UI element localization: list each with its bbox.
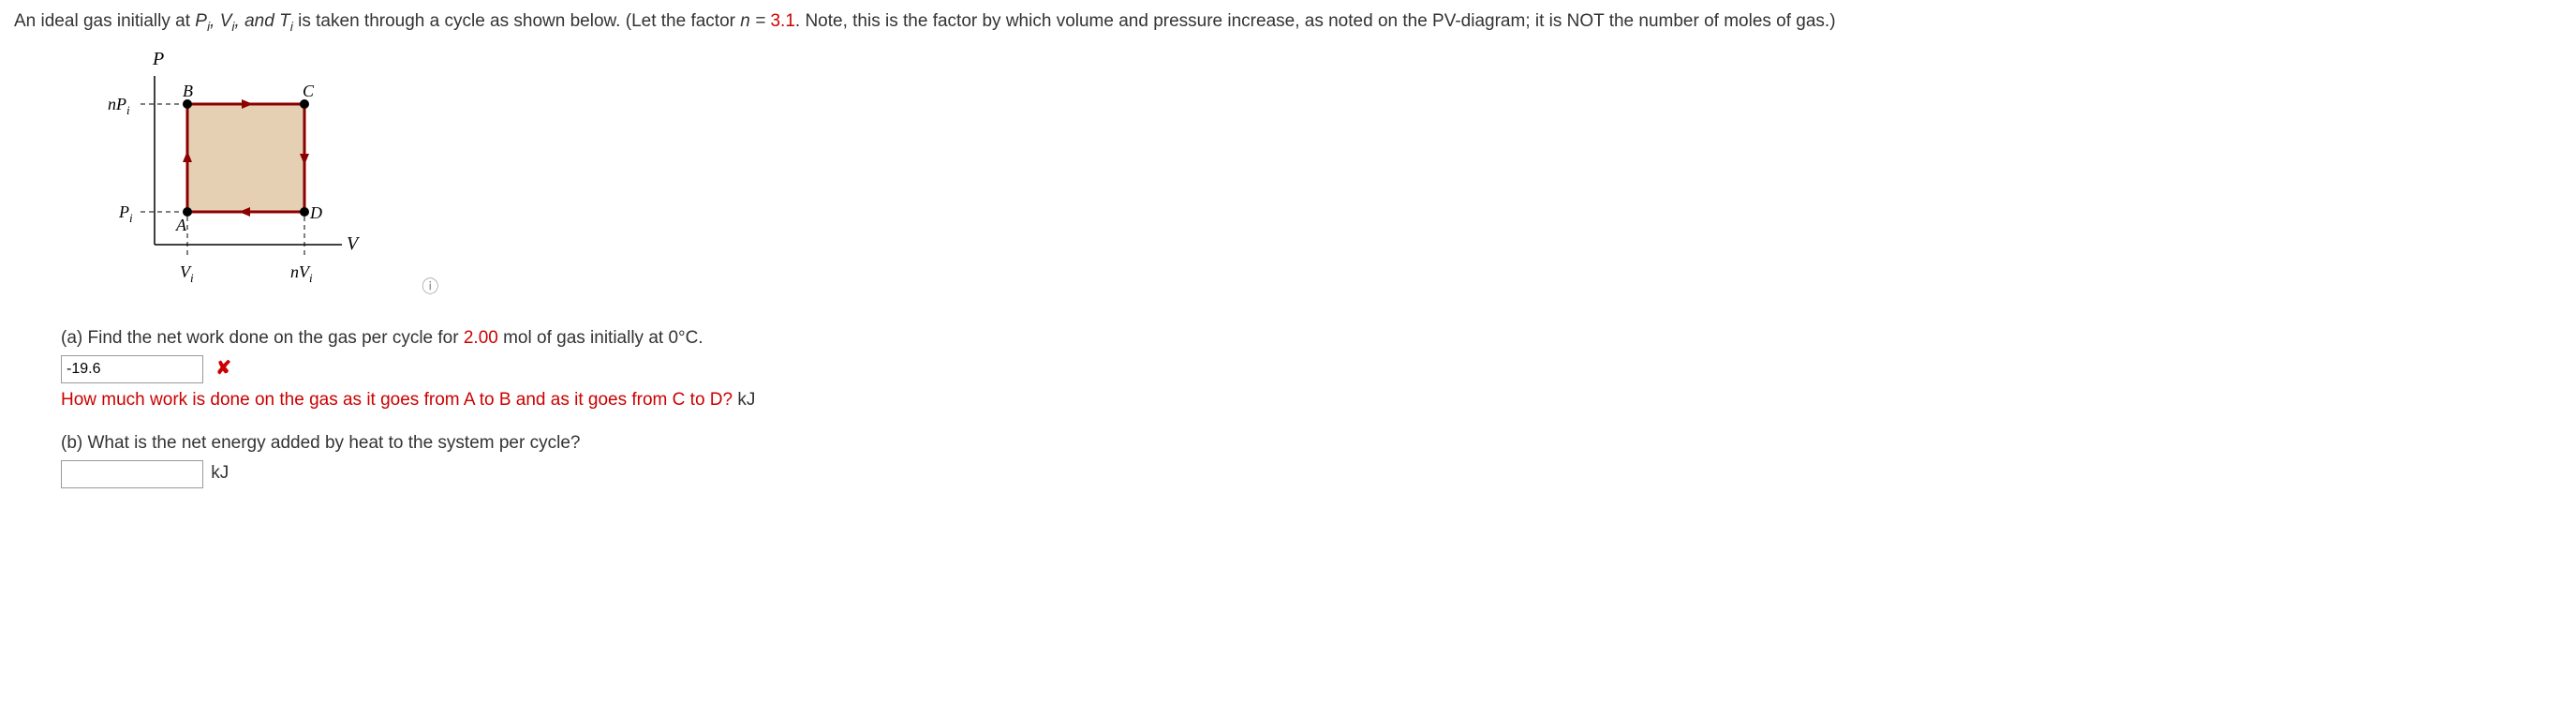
problem-statement: An ideal gas initially at Pi, Vi, and Ti… bbox=[14, 7, 2562, 38]
y-tick-top: nPi bbox=[108, 95, 130, 117]
part-a-unit: kJ bbox=[737, 390, 755, 410]
problem-suffix: . Note, this is the factor by which volu… bbox=[795, 11, 1836, 31]
part-a-input[interactable] bbox=[61, 355, 203, 383]
x-axis-label: V bbox=[347, 233, 361, 254]
point-b-label: B bbox=[183, 82, 193, 100]
part-a-hint: How much work is done on the gas as it g… bbox=[61, 386, 2562, 414]
problem-prefix: An ideal gas initially at bbox=[14, 11, 195, 31]
info-icon[interactable]: ⓘ bbox=[422, 274, 438, 301]
point-a-label: A bbox=[175, 216, 187, 234]
pv-diagram-svg: P V A B C D nPi Pi Vi nVi bbox=[98, 48, 379, 292]
part-a-text: (a) Find the net work done on the gas pe… bbox=[61, 324, 2562, 352]
n-equals: n = bbox=[740, 11, 770, 31]
part-a-input-row: ✘ bbox=[61, 352, 2562, 383]
point-c-label: C bbox=[303, 82, 315, 100]
part-a: (a) Find the net work done on the gas pe… bbox=[61, 324, 2562, 415]
wrong-icon: ✘ bbox=[215, 358, 231, 379]
part-b-unit: kJ bbox=[211, 463, 229, 483]
part-b-text: (b) What is the net energy added by heat… bbox=[61, 429, 2562, 457]
part-b-input[interactable] bbox=[61, 460, 203, 488]
part-b-input-row: kJ bbox=[61, 457, 2562, 488]
part-b: (b) What is the net energy added by heat… bbox=[61, 429, 2562, 488]
point-d-label: D bbox=[309, 203, 322, 222]
y-tick-bottom: Pi bbox=[118, 202, 133, 225]
y-axis-label: P bbox=[152, 49, 164, 69]
x-tick-right: nVi bbox=[290, 262, 313, 285]
problem-vars: Pi, Vi, and Ti bbox=[195, 11, 293, 31]
n-value: 3.1 bbox=[770, 11, 794, 31]
pv-diagram: P V A B C D nPi Pi Vi nVi ⓘ bbox=[98, 48, 2562, 301]
x-tick-left: Vi bbox=[180, 262, 194, 285]
mol-value: 2.00 bbox=[464, 328, 498, 348]
problem-mid: is taken through a cycle as shown below.… bbox=[293, 11, 740, 31]
